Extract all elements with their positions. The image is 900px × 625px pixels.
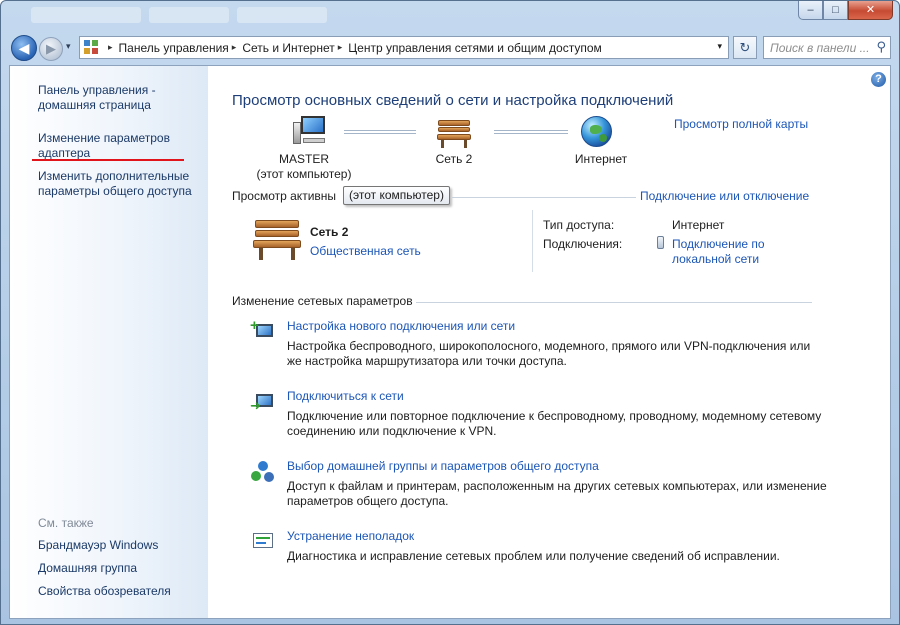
minimize-button[interactable]: – (798, 1, 823, 20)
connect-network-icon: ➜ (250, 390, 276, 414)
sidebar-link-home[interactable]: Панель управления - домашняя страница (38, 83, 156, 113)
content-area: Панель управления - домашняя страница Из… (9, 65, 891, 619)
breadcrumb-separator-icon[interactable]: ▸ (232, 42, 237, 53)
computer-name: MASTER (278, 152, 329, 166)
task-homegroup-description: Доступ к файлам и принтерам, расположенн… (287, 479, 827, 508)
task-new-connection-link[interactable]: Настройка нового подключения или сети (287, 319, 515, 333)
tooltip: (этот компьютер) (343, 186, 450, 205)
sidebar-link-firewall[interactable]: Брандмауэр Windows (38, 538, 158, 553)
navigation-bar: ◀ ▶ ▾ ▸ Панель управления ▸ Сеть и Интер… (1, 31, 899, 65)
active-network-bench-icon (253, 220, 301, 260)
red-highlight-underline (32, 159, 184, 161)
full-map-link[interactable]: Просмотр полной карты (674, 117, 808, 131)
window-controls: – □ ✕ (798, 1, 893, 20)
access-type-value: Интернет (672, 218, 725, 232)
refresh-button[interactable]: ↻ (733, 36, 757, 59)
page-title: Просмотр основных сведений о сети и наст… (232, 92, 674, 109)
lan-connection-line1: Подключение по (672, 237, 765, 251)
active-networks-heading: Просмотр активны (232, 189, 337, 203)
internet-node-label[interactable]: Интернет (561, 152, 641, 167)
internet-globe-icon[interactable] (581, 116, 612, 147)
task-connect-network-description: Подключение или повторное подключение к … (287, 409, 822, 438)
homegroup-icon (250, 460, 276, 484)
search-placeholder: Поиск в панели ... (770, 41, 870, 55)
network-node-label[interactable]: Сеть 2 (414, 152, 494, 167)
troubleshoot-icon (250, 530, 276, 554)
change-settings-heading: Изменение сетевых параметров (232, 294, 413, 308)
computer-icon[interactable] (293, 116, 327, 146)
lan-connection-link[interactable]: Подключение по локальной сети (672, 237, 765, 267)
sidebar-link-sharing-settings[interactable]: Изменить дополнительные параметры общего… (38, 169, 192, 199)
new-connection-icon: + (250, 318, 276, 344)
close-button[interactable]: ✕ (848, 1, 893, 20)
network-bench-icon[interactable] (437, 120, 471, 148)
task-troubleshoot-link[interactable]: Устранение неполадок (287, 529, 414, 543)
control-panel-icon (84, 40, 99, 55)
lan-connection-line2: локальной сети (672, 252, 760, 266)
task-connect-network: ➜ Подключиться к сети Подключение или по… (250, 389, 870, 439)
sidebar-link-sharing-line2: параметры общего доступа (38, 184, 192, 198)
task-homegroup: Выбор домашней группы и параметров общег… (250, 459, 870, 509)
network-type-link[interactable]: Общественная сеть (310, 244, 421, 258)
task-troubleshoot: Устранение неполадок Диагностика и испра… (250, 529, 870, 569)
computer-caption: (этот компьютер) (256, 167, 352, 181)
sidebar-link-internet-options[interactable]: Свойства обозревателя (38, 584, 171, 599)
connections-label: Подключения: (543, 237, 623, 251)
sidebar-link-sharing-line1: Изменить дополнительные (38, 169, 190, 183)
breadcrumb-control-panel[interactable]: Панель управления (119, 41, 229, 55)
search-input[interactable]: Поиск в панели ... ⚲ (763, 36, 891, 59)
task-new-connection: + Настройка нового подключения или сети … (250, 318, 870, 369)
vertical-divider (532, 210, 533, 272)
search-icon[interactable]: ⚲ (876, 39, 886, 55)
lan-connection-icon (657, 236, 664, 249)
sidebar-link-adapter-settings[interactable]: Изменение параметров адаптера (38, 131, 170, 161)
task-new-connection-description: Настройка беспроводного, широкополосного… (287, 339, 811, 368)
forward-button[interactable]: ▶ (39, 37, 63, 61)
computer-node-label[interactable]: MASTER (этот компьютер) (254, 152, 354, 182)
section-divider (416, 302, 812, 303)
control-panel-window: – □ ✕ ◀ ▶ ▾ ▸ Панель управления ▸ Сеть и… (0, 0, 900, 625)
maximize-button[interactable]: □ (823, 1, 848, 20)
sidebar: Панель управления - домашняя страница Из… (10, 66, 208, 618)
address-history-dropdown-icon[interactable]: ▾ (717, 41, 722, 52)
access-type-label: Тип доступа: (543, 218, 615, 232)
see-also-heading: См. также (38, 516, 94, 530)
breadcrumb-network-internet[interactable]: Сеть и Интернет (242, 41, 334, 55)
task-troubleshoot-description: Диагностика и исправление сетевых пробле… (287, 549, 780, 563)
breadcrumb-network-center[interactable]: Центр управления сетями и общим доступом (348, 41, 602, 55)
breadcrumb-separator-icon[interactable]: ▸ (108, 42, 113, 53)
connect-disconnect-link[interactable]: Подключение или отключение (640, 189, 809, 203)
connection-line-2 (494, 130, 568, 134)
breadcrumb-separator-icon[interactable]: ▸ (338, 42, 343, 53)
sidebar-link-adapter-line1: Изменение параметров (38, 131, 170, 145)
help-icon[interactable]: ? (871, 72, 886, 87)
recent-pages-dropdown[interactable]: ▾ (66, 41, 71, 52)
title-bar: – □ ✕ (1, 1, 899, 31)
sidebar-link-home-line1: Панель управления - (38, 83, 156, 97)
blurred-title-text (31, 7, 327, 27)
active-network-name: Сеть 2 (310, 225, 349, 239)
connection-line-1 (344, 130, 416, 134)
address-bar[interactable]: ▸ Панель управления ▸ Сеть и Интернет ▸ … (79, 36, 729, 59)
task-connect-network-link[interactable]: Подключиться к сети (287, 389, 404, 403)
back-button[interactable]: ◀ (11, 35, 37, 61)
section-divider (452, 197, 636, 198)
sidebar-link-home-line2: домашняя страница (38, 98, 151, 112)
sidebar-link-homegroup[interactable]: Домашняя группа (38, 561, 137, 576)
task-homegroup-link[interactable]: Выбор домашней группы и параметров общег… (287, 459, 599, 473)
